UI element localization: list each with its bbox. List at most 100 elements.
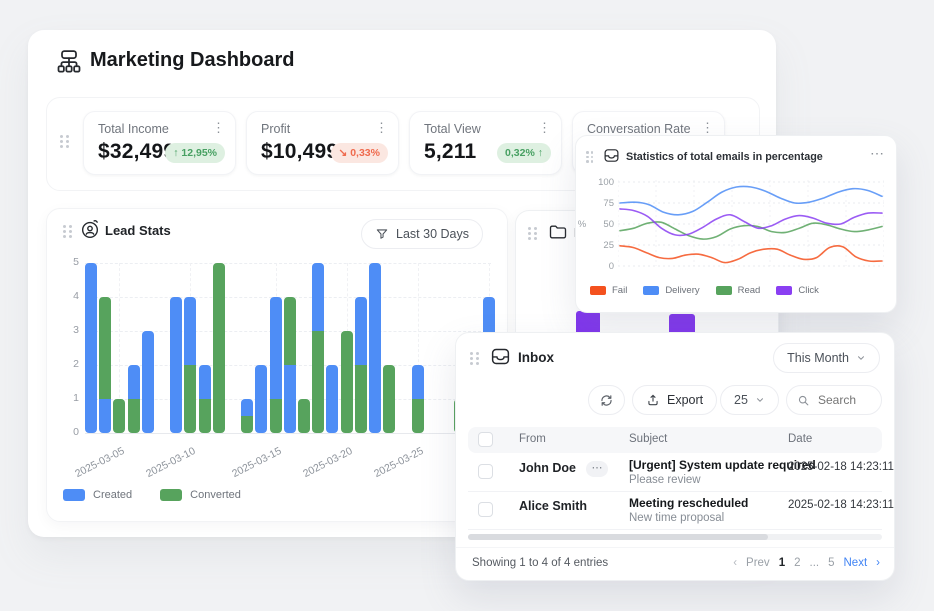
lead-stats-card: Lead Stats Last 30 Days 543210 2025-03-0…	[46, 208, 508, 522]
page-2[interactable]: 2	[794, 557, 800, 569]
kebab-menu-icon[interactable]: ⋮	[701, 121, 714, 134]
stacked-bar	[341, 331, 353, 433]
bar-segment	[213, 263, 225, 433]
bar-segment	[412, 399, 424, 433]
scrollbar-thumb[interactable]	[468, 534, 768, 540]
legend-swatch	[590, 286, 606, 295]
drag-handle-icon[interactable]	[586, 151, 593, 163]
stacked-bar	[142, 331, 154, 433]
row-subject: Meeting rescheduled	[629, 496, 748, 510]
horizontal-scrollbar[interactable]	[468, 534, 882, 540]
bar-segment	[355, 297, 367, 365]
stacked-bar	[412, 365, 424, 433]
inbox-card: Inbox This Month Export 25	[455, 332, 895, 581]
gridline	[85, 433, 491, 434]
drag-handle-icon[interactable]	[60, 135, 69, 148]
period-dropdown[interactable]: This Month	[773, 343, 880, 373]
line-series-fail	[620, 246, 882, 263]
page-size-dropdown[interactable]: 25	[720, 385, 779, 415]
bar-segment	[270, 297, 282, 399]
bar-segment	[99, 399, 111, 433]
x-tick-label: 2025-03-25	[366, 445, 425, 483]
stacked-bar	[255, 365, 267, 433]
converted-swatch	[160, 489, 182, 501]
export-icon	[646, 393, 660, 407]
bar-segment	[241, 399, 253, 416]
email-y-tick: 75	[588, 198, 614, 209]
refresh-button[interactable]	[588, 385, 625, 415]
col-from: From	[519, 433, 546, 445]
email-stats-card: Statistics of total emails in percentage…	[575, 135, 897, 313]
bar-segment	[270, 399, 282, 433]
bar-segment	[184, 297, 196, 365]
drag-handle-icon[interactable]	[528, 227, 537, 240]
stacked-bar	[170, 297, 182, 433]
row-preview: Please review	[629, 474, 701, 486]
lead-stats-title: Lead Stats	[105, 223, 171, 238]
col-subject: Subject	[629, 433, 667, 445]
stacked-bar	[99, 297, 111, 433]
next-button[interactable]: Next	[844, 557, 868, 569]
kpi-value: 5,211	[424, 140, 476, 164]
bar-segment	[412, 365, 424, 399]
email-y-tick: 100	[588, 177, 614, 188]
folder-icon	[548, 222, 568, 242]
page-1[interactable]: 1	[779, 557, 785, 569]
search-box[interactable]	[786, 385, 882, 415]
y-tick-label: 1	[57, 392, 79, 404]
x-tick-label: 2025-03-20	[295, 445, 354, 483]
table-row[interactable]: Alice Smith Meeting rescheduled New time…	[468, 491, 882, 530]
export-label: Export	[667, 393, 703, 407]
select-all-checkbox[interactable]	[478, 432, 493, 447]
stacked-bar	[213, 263, 225, 433]
drag-handle-icon[interactable]	[63, 225, 72, 238]
refresh-icon	[599, 393, 614, 408]
date-filter-button[interactable]: Last 30 Days	[361, 219, 483, 249]
kebab-menu-icon[interactable]: ⋮	[212, 121, 225, 134]
kebab-menu-icon[interactable]: ⋮	[375, 121, 388, 134]
x-tick-label: 2025-03-05	[68, 445, 127, 483]
row-date: 2025-02-18 14:23:11	[788, 461, 894, 473]
bar-segment	[184, 365, 196, 433]
chevron-down-icon	[755, 395, 765, 405]
legend-label: Delivery	[665, 285, 699, 296]
prev-chevron[interactable]: ‹	[733, 557, 737, 569]
stacked-bar	[369, 263, 381, 433]
table-footer: Showing 1 to 4 of 4 entries ‹ Prev 1 2 .…	[456, 547, 894, 581]
kpi-value: $32,499	[98, 140, 175, 164]
lead-bars	[85, 263, 491, 433]
row-checkbox[interactable]	[478, 502, 493, 517]
export-button[interactable]: Export	[632, 385, 717, 415]
entries-summary: Showing 1 to 4 of 4 entries	[472, 557, 608, 569]
legend-item: Read	[716, 285, 761, 296]
date-filter-label: Last 30 Days	[396, 227, 469, 241]
kpi-label: Total View	[424, 122, 481, 136]
y-tick-label: 5	[57, 256, 79, 268]
bar-segment	[99, 297, 111, 399]
table-row[interactable]: John Doe ⋯ [Urgent] System update requir…	[468, 453, 882, 492]
legend-label: Click	[798, 285, 819, 296]
stacked-bar	[199, 365, 211, 433]
stacked-bar	[241, 399, 253, 433]
drag-handle-icon[interactable]	[470, 352, 479, 365]
stacked-bar	[113, 399, 125, 433]
kebab-menu-icon[interactable]: ⋮	[538, 121, 551, 134]
bar-segment	[170, 297, 182, 433]
more-menu-icon[interactable]: ⋯	[870, 146, 884, 160]
prev-button[interactable]: Prev	[746, 557, 770, 569]
x-tick-label: 2025-03-15	[224, 445, 283, 483]
y-tick-label: 4	[57, 290, 79, 302]
row-menu-icon[interactable]: ⋯	[586, 461, 608, 477]
email-y-tick: 0	[588, 261, 614, 272]
row-checkbox[interactable]	[478, 464, 493, 479]
inbox-title: Inbox	[518, 350, 554, 365]
page-5[interactable]: 5	[828, 557, 834, 569]
bar-segment	[312, 263, 324, 331]
bar-segment	[128, 399, 140, 433]
search-input[interactable]	[816, 392, 876, 408]
table-header: From Subject Date	[468, 427, 882, 453]
next-chevron[interactable]: ›	[876, 557, 880, 569]
legend-item-converted: Converted	[160, 489, 241, 501]
email-ylabel: %	[576, 219, 588, 230]
col-date: Date	[788, 433, 812, 445]
